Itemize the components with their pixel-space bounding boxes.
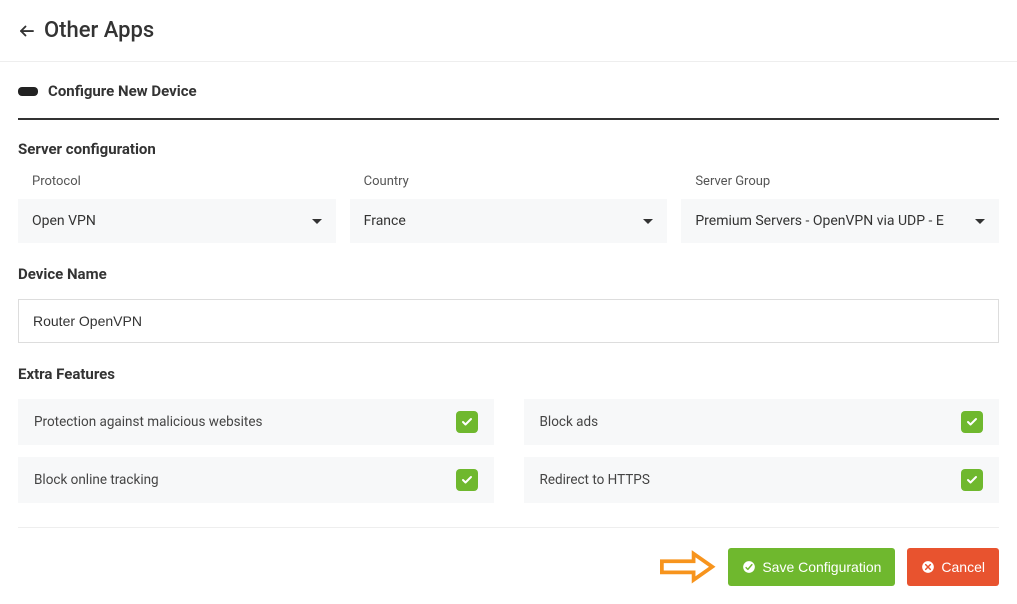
- check-icon: [966, 416, 978, 428]
- protocol-field: Protocol Open VPN: [18, 174, 336, 243]
- protocol-dropdown[interactable]: Open VPN: [18, 199, 336, 243]
- check-icon: [966, 474, 978, 486]
- dash-icon: [18, 87, 38, 96]
- back-arrow-icon[interactable]: [18, 22, 36, 40]
- check-circle-icon: [742, 560, 756, 574]
- check-icon: [461, 474, 473, 486]
- cancel-button-label: Cancel: [941, 559, 985, 575]
- extra-features-title: Extra Features: [18, 365, 999, 383]
- feature-label: Protection against malicious websites: [34, 414, 262, 430]
- page-header: Other Apps: [0, 0, 1017, 62]
- feature-toggle[interactable]: [961, 469, 983, 491]
- country-field: Country France: [350, 174, 668, 243]
- actions-bar: Save Configuration Cancel: [18, 527, 999, 586]
- feature-item: Protection against malicious websites: [18, 399, 494, 445]
- feature-toggle[interactable]: [456, 469, 478, 491]
- feature-toggle[interactable]: [961, 411, 983, 433]
- country-dropdown[interactable]: France: [350, 199, 668, 243]
- feature-label: Block online tracking: [34, 472, 159, 488]
- save-button-label: Save Configuration: [762, 559, 881, 575]
- server-group-label: Server Group: [695, 174, 999, 189]
- server-group-field: Server Group Premium Servers - OpenVPN v…: [681, 174, 999, 243]
- page-title: Other Apps: [44, 18, 154, 43]
- device-name-title: Device Name: [18, 265, 999, 283]
- chevron-down-icon: [643, 219, 653, 224]
- country-label: Country: [364, 174, 668, 189]
- feature-label: Block ads: [540, 414, 599, 430]
- highlight-arrow-icon: [660, 550, 716, 584]
- check-icon: [461, 416, 473, 428]
- save-configuration-button[interactable]: Save Configuration: [728, 548, 895, 586]
- feature-item: Redirect to HTTPS: [524, 457, 1000, 503]
- section-header: Configure New Device: [18, 82, 999, 120]
- feature-toggle[interactable]: [456, 411, 478, 433]
- server-group-value: Premium Servers - OpenVPN via UDP - E: [695, 213, 944, 229]
- chevron-down-icon: [312, 219, 322, 224]
- server-group-dropdown[interactable]: Premium Servers - OpenVPN via UDP - E: [681, 199, 999, 243]
- feature-item: Block online tracking: [18, 457, 494, 503]
- device-name-input[interactable]: [18, 299, 999, 343]
- country-value: France: [364, 213, 406, 229]
- protocol-label: Protocol: [32, 174, 336, 189]
- section-heading: Configure New Device: [48, 82, 197, 100]
- chevron-down-icon: [975, 219, 985, 224]
- feature-label: Redirect to HTTPS: [540, 472, 650, 488]
- protocol-value: Open VPN: [32, 213, 96, 229]
- close-circle-icon: [921, 560, 935, 574]
- feature-item: Block ads: [524, 399, 1000, 445]
- cancel-button[interactable]: Cancel: [907, 548, 999, 586]
- server-config-title: Server configuration: [18, 140, 999, 158]
